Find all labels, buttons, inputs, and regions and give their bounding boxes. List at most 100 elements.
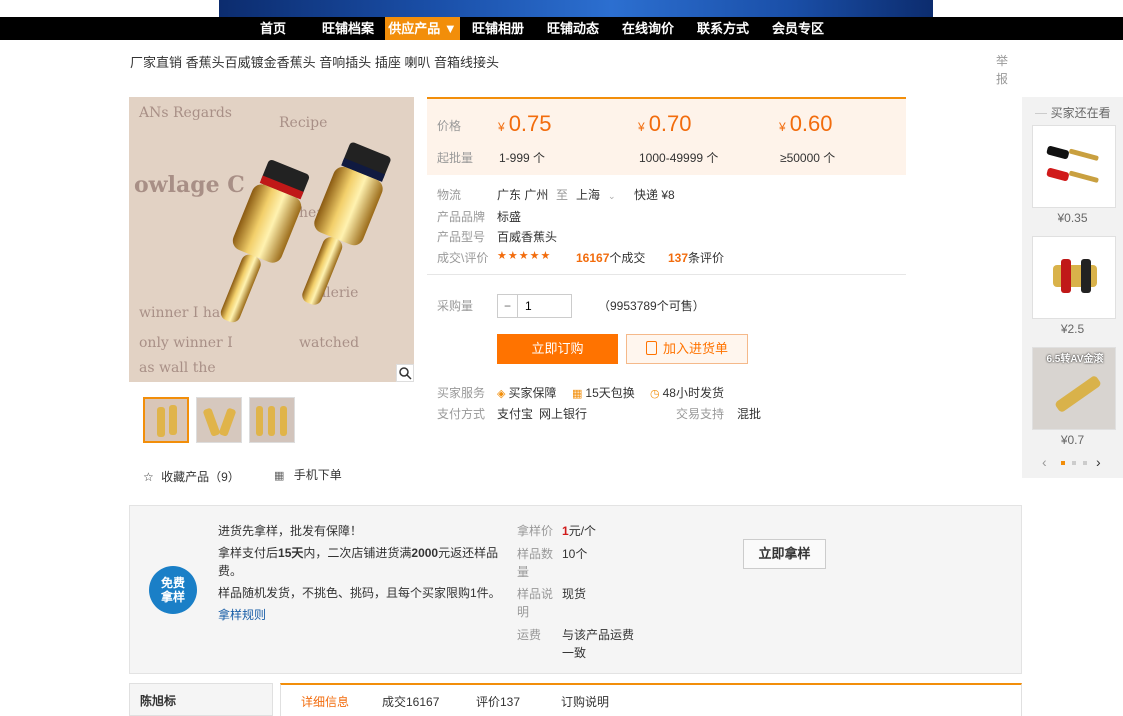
also-viewed-panel: 买家还在看 ¥0.35 ¥2.5 6.5转AV金滚 ¥0.7 ‹ › <box>1022 97 1123 478</box>
sample-rules-link[interactable]: 拿样规则 <box>218 606 266 623</box>
buy-now-button[interactable]: 立即订购 <box>497 334 618 364</box>
thumbnail-3[interactable] <box>249 397 295 443</box>
buyer-service-label: 买家服务 <box>437 386 486 400</box>
svg-text:winner I had: winner I had <box>139 305 229 321</box>
chevron-right-icon[interactable]: › <box>1096 454 1101 470</box>
sample-price-label: 拿样价 <box>517 524 554 538</box>
also-viewed-caption-3: 6.5转AV金滚 <box>1046 354 1104 365</box>
clock-icon: ◷ <box>650 388 660 400</box>
review-count[interactable]: 137条评价 <box>668 249 724 266</box>
shield-icon: ◈ <box>497 388 506 400</box>
chevron-left-icon[interactable]: ‹ <box>1042 454 1047 470</box>
shop-banner <box>219 0 933 17</box>
nav-members[interactable]: 会员专区 <box>766 17 830 40</box>
to-word: 至 <box>556 188 569 202</box>
qr-code-icon: ▦ <box>274 470 285 482</box>
svg-text:only winner I: only winner I <box>139 335 233 351</box>
mobile-order-label: 手机下单 <box>293 468 342 482</box>
rating-stars: ★★★★★ <box>497 250 552 262</box>
deal-count[interactable]: 16167个成交 <box>576 249 645 266</box>
tab-reviews[interactable]: 评价137 <box>476 693 520 710</box>
deals-label: 成交\评价 <box>437 251 489 265</box>
price-panel: 价格 起批量 ¥0.75 ¥0.70 ¥0.60 1-999 个 1000-49… <box>427 97 906 175</box>
main-product-image[interactable]: ANs RegardsRecipe owlage C heard youVale… <box>129 97 414 382</box>
tab-order-notes[interactable]: 订购说明 <box>561 693 609 710</box>
payment-alipay: 支付宝 <box>497 407 534 421</box>
detail-tabs: 详细信息 成交16167 评价137 订购说明 <box>280 683 1022 716</box>
qty-tier-2: 1000-49999 个 <box>639 151 719 165</box>
shop-name[interactable]: 陈旭标 <box>140 692 176 709</box>
payment-label: 支付方式 <box>437 407 486 421</box>
qty-label: 采购量 <box>437 299 474 313</box>
favorite-label: 收藏产品（9） <box>161 470 240 484</box>
nav-album[interactable]: 旺铺相册 <box>466 17 530 40</box>
tab-deals[interactable]: 成交16167 <box>382 693 439 710</box>
svg-text:owlage C: owlage C <box>134 172 245 198</box>
nav-inquiry[interactable]: 在线询价 <box>616 17 680 40</box>
tab-details[interactable]: 详细信息 <box>301 693 349 710</box>
model-label: 产品型号 <box>437 230 486 244</box>
sample-headline: 进货先拿样，批发有保障！ <box>218 524 363 538</box>
qty-tier-1: 1-999 个 <box>499 151 546 165</box>
sample-count: 10个 <box>562 547 588 561</box>
price-tier-3: ¥0.60 <box>779 111 833 136</box>
nav-news[interactable]: 旺铺动态 <box>541 17 605 40</box>
star-outline-icon: ☆ <box>143 470 154 484</box>
service-shipping[interactable]: ◷ 48小时发货 <box>650 384 724 401</box>
model-value: 百威香蕉头 <box>497 230 558 244</box>
shipping-fee: 快递 ¥8 <box>634 188 675 202</box>
price-tier-1: ¥0.75 <box>498 111 552 136</box>
also-viewed-item-2[interactable] <box>1032 236 1116 319</box>
sample-shipping-text: 样品随机发货，不挑色、挑码，且每个买家限购1件。 <box>218 586 501 600</box>
destination-select[interactable]: 上海 ⌄ <box>576 186 616 203</box>
carousel-dot[interactable] <box>1072 461 1076 465</box>
clipboard-icon <box>645 341 657 355</box>
nav-contact[interactable]: 联系方式 <box>691 17 755 40</box>
favorite-product[interactable]: ☆ 收藏产品（9） <box>143 468 240 485</box>
calendar-icon: ▦ <box>572 388 583 400</box>
thumbnail-2[interactable] <box>196 397 242 443</box>
svg-text:watched: watched <box>299 335 359 351</box>
trade-support-label: 交易支持 <box>676 407 725 421</box>
brand-label: 产品品牌 <box>437 210 486 224</box>
service-exchange[interactable]: ▦ 15天包换 <box>572 384 635 401</box>
quantity-input[interactable] <box>519 295 571 317</box>
chevron-down-icon: ⌄ <box>608 191 616 201</box>
price-tier-2: ¥0.70 <box>638 111 692 136</box>
also-viewed-header: 买家还在看 <box>1034 104 1112 121</box>
moq-label: 起批量 <box>437 151 474 165</box>
sample-count-label: 样品数量 <box>517 547 554 579</box>
report-link[interactable]: 举报 <box>996 52 1012 88</box>
shop-name-box: 陈旭标 <box>129 683 273 716</box>
shop-nav-bar: 首页 旺铺档案 供应产品 ▼ 旺铺相册 旺铺动态 在线询价 联系方式 会员专区 <box>0 17 1123 40</box>
decrease-button[interactable]: − <box>498 295 518 317</box>
add-to-cart-button[interactable]: 加入进货单 <box>626 334 748 364</box>
sample-freight-label: 运费 <box>517 628 542 642</box>
sample-desc: 现货 <box>562 587 587 601</box>
carousel-dot[interactable] <box>1083 461 1087 465</box>
origin-location: 广东 广州 <box>497 188 549 202</box>
mobile-order[interactable]: ▦ 手机下单 <box>274 466 342 483</box>
nav-home[interactable]: 首页 <box>250 17 296 40</box>
also-viewed-item-1[interactable] <box>1032 125 1116 208</box>
trade-support-value: 混批 <box>737 407 762 421</box>
payment-bank: 网上银行 <box>539 407 588 421</box>
get-sample-button[interactable]: 立即拿样 <box>743 539 826 569</box>
also-viewed-price-3: ¥0.7 <box>1060 433 1085 447</box>
free-sample-badge: 免费拿样 <box>149 566 197 614</box>
divider <box>427 274 906 275</box>
quantity-stepper[interactable]: − <box>497 294 572 318</box>
service-guarantee[interactable]: ◈ 买家保障 <box>497 384 556 401</box>
price-label: 价格 <box>437 119 462 133</box>
brand-value: 标盛 <box>497 210 522 224</box>
qty-tier-3: ≥50000 个 <box>780 151 836 165</box>
thumbnail-1[interactable] <box>143 397 189 443</box>
sample-freight: 与该产品运费一致 <box>562 628 635 660</box>
zoom-icon[interactable] <box>396 364 414 382</box>
nav-products[interactable]: 供应产品 ▼ <box>385 17 460 40</box>
also-viewed-price-1: ¥0.35 <box>1057 211 1088 225</box>
also-viewed-item-3[interactable]: 6.5转AV金滚 <box>1032 347 1116 430</box>
nav-shop-profile[interactable]: 旺铺档案 <box>316 17 380 40</box>
carousel-dot-active[interactable] <box>1061 461 1065 465</box>
svg-text:ANs Regards: ANs Regards <box>138 105 232 121</box>
